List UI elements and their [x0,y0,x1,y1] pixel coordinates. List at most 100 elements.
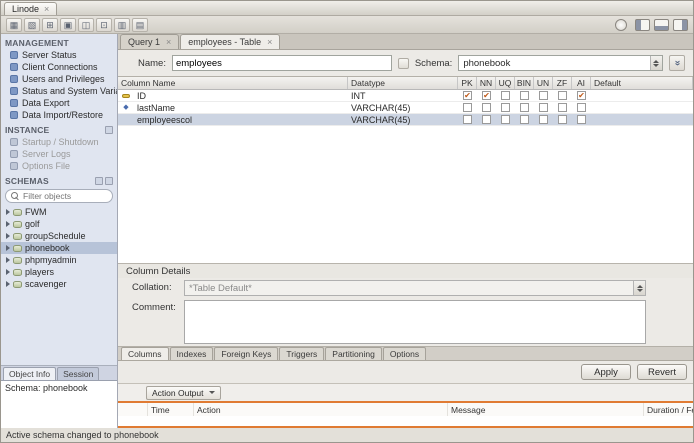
create-schema-icon[interactable]: ⊞ [42,17,58,32]
expand-arrow-icon[interactable] [6,221,10,227]
create-view-icon[interactable]: ◫ [78,17,94,32]
datatype-cell[interactable]: VARCHAR(45) [348,115,458,125]
datatype-cell[interactable]: INT [348,91,458,101]
header-bin[interactable]: BIN [515,77,534,89]
column-name-cell[interactable]: employeescol [134,115,348,125]
sidebar-item-options-file[interactable]: Options File [1,160,117,172]
schema-item-scavenger[interactable]: scavenger [1,278,117,290]
nn-checkbox[interactable] [482,115,491,124]
tab-columns[interactable]: Columns [121,347,169,360]
table-row[interactable]: ID INT [118,90,693,102]
tab-close-icon[interactable]: × [166,37,171,47]
schema-select[interactable]: phonebook [458,55,663,71]
expand-header-button[interactable]: » [668,55,685,71]
ai-checkbox[interactable] [577,91,586,100]
header-zf[interactable]: ZF [553,77,572,89]
toggle-left-panel-icon[interactable] [635,18,650,31]
header-nn[interactable]: NN [477,77,496,89]
tab-employees-table[interactable]: employees - Table × [180,34,281,49]
nn-checkbox[interactable] [482,91,491,100]
collation-select[interactable]: *Table Default* [184,280,646,296]
schema-filter-input[interactable] [23,191,105,201]
revert-button[interactable]: Revert [637,364,687,380]
output-header-message[interactable]: Message [448,403,644,416]
un-checkbox[interactable] [539,91,548,100]
header-default[interactable]: Default [591,77,693,89]
expand-arrow-icon[interactable] [6,281,10,287]
connection-tab-close-icon[interactable]: × [44,4,49,14]
zf-checkbox[interactable] [558,103,567,112]
comment-textarea[interactable] [184,300,646,344]
header-uq[interactable]: UQ [496,77,515,89]
nn-checkbox[interactable] [482,103,491,112]
header-column-name[interactable]: Column Name [118,77,348,89]
tab-close-icon[interactable]: × [267,37,272,47]
apply-button[interactable]: Apply [581,364,631,380]
tab-object-info[interactable]: Object Info [3,367,57,380]
column-name-cell[interactable]: lastName [134,103,348,113]
pk-checkbox[interactable] [463,115,472,124]
tab-query-1[interactable]: Query 1 × [120,34,180,49]
create-procedure-icon[interactable]: ⊡ [96,17,112,32]
bin-checkbox[interactable] [520,103,529,112]
expand-arrow-icon[interactable] [6,257,10,263]
tab-session[interactable]: Session [57,367,100,380]
header-pk[interactable]: PK [458,77,477,89]
tab-partitioning[interactable]: Partitioning [325,347,382,360]
un-checkbox[interactable] [539,115,548,124]
output-header-time[interactable]: Time [148,403,194,416]
reconnect-database-icon[interactable]: ▤ [132,17,148,32]
datatype-cell[interactable]: VARCHAR(45) [348,103,458,113]
sidebar-item-users-privileges[interactable]: Users and Privileges [1,73,117,85]
sidebar-item-server-status[interactable]: Server Status [1,49,117,61]
header-datatype[interactable]: Datatype [348,77,458,89]
table-row-selected[interactable]: employeescol VARCHAR(45) [118,114,693,126]
tab-foreign-keys[interactable]: Foreign Keys [214,347,279,360]
uq-checkbox[interactable] [501,91,510,100]
connection-tab[interactable]: Linode × [4,2,58,15]
schema-item-fwm[interactable]: FWM [1,206,117,218]
schema-item-phpmyadmin[interactable]: phpmyadmin [1,254,117,266]
toggle-bottom-panel-icon[interactable] [654,18,669,31]
new-query-tab-icon[interactable]: ▦ [6,17,22,32]
combo-stepper-icon[interactable] [649,56,662,70]
pk-checkbox[interactable] [463,91,472,100]
expand-arrow-icon[interactable] [6,245,10,251]
expand-arrow-icon[interactable] [6,233,10,239]
table-row[interactable]: ◆ lastName VARCHAR(45) [118,102,693,114]
collapse-schemas-icon[interactable] [95,176,103,185]
schema-item-groupschedule[interactable]: groupSchedule [1,230,117,242]
search-table-data-icon[interactable]: ▥ [114,17,130,32]
output-type-select[interactable]: Action Output [146,385,221,400]
sidebar-item-status-variables[interactable]: Status and System Variable [1,85,117,97]
zf-checkbox[interactable] [558,115,567,124]
zf-checkbox[interactable] [558,91,567,100]
sidebar-item-client-connections[interactable]: Client Connections [1,61,117,73]
refresh-schemas-icon[interactable] [105,176,113,185]
schema-item-golf[interactable]: golf [1,218,117,230]
sidebar-item-startup-shutdown[interactable]: Startup / Shutdown [1,136,117,148]
table-name-input[interactable] [171,55,392,71]
ai-checkbox[interactable] [577,103,586,112]
tab-indexes[interactable]: Indexes [169,347,214,360]
output-header-action[interactable]: Action [194,403,448,416]
tab-options[interactable]: Options [382,347,427,360]
tab-triggers[interactable]: Triggers [279,347,325,360]
sidebar-item-server-logs[interactable]: Server Logs [1,148,117,160]
toggle-right-panel-icon[interactable] [673,18,688,31]
schema-item-phonebook[interactable]: phonebook [1,242,117,254]
sidebar-item-data-import[interactable]: Data Import/Restore [1,109,117,121]
combo-stepper-icon[interactable] [633,281,645,295]
ai-checkbox[interactable] [577,115,586,124]
header-un[interactable]: UN [534,77,553,89]
schema-item-players[interactable]: players [1,266,117,278]
uq-checkbox[interactable] [501,115,510,124]
open-sql-script-icon[interactable]: ▧ [24,17,40,32]
sidebar-item-data-export[interactable]: Data Export [1,97,117,109]
header-ai[interactable]: AI [572,77,591,89]
bin-checkbox[interactable] [520,91,529,100]
bin-checkbox[interactable] [520,115,529,124]
expand-arrow-icon[interactable] [6,269,10,275]
instance-edit-icon[interactable] [105,125,113,134]
pk-checkbox[interactable] [463,103,472,112]
